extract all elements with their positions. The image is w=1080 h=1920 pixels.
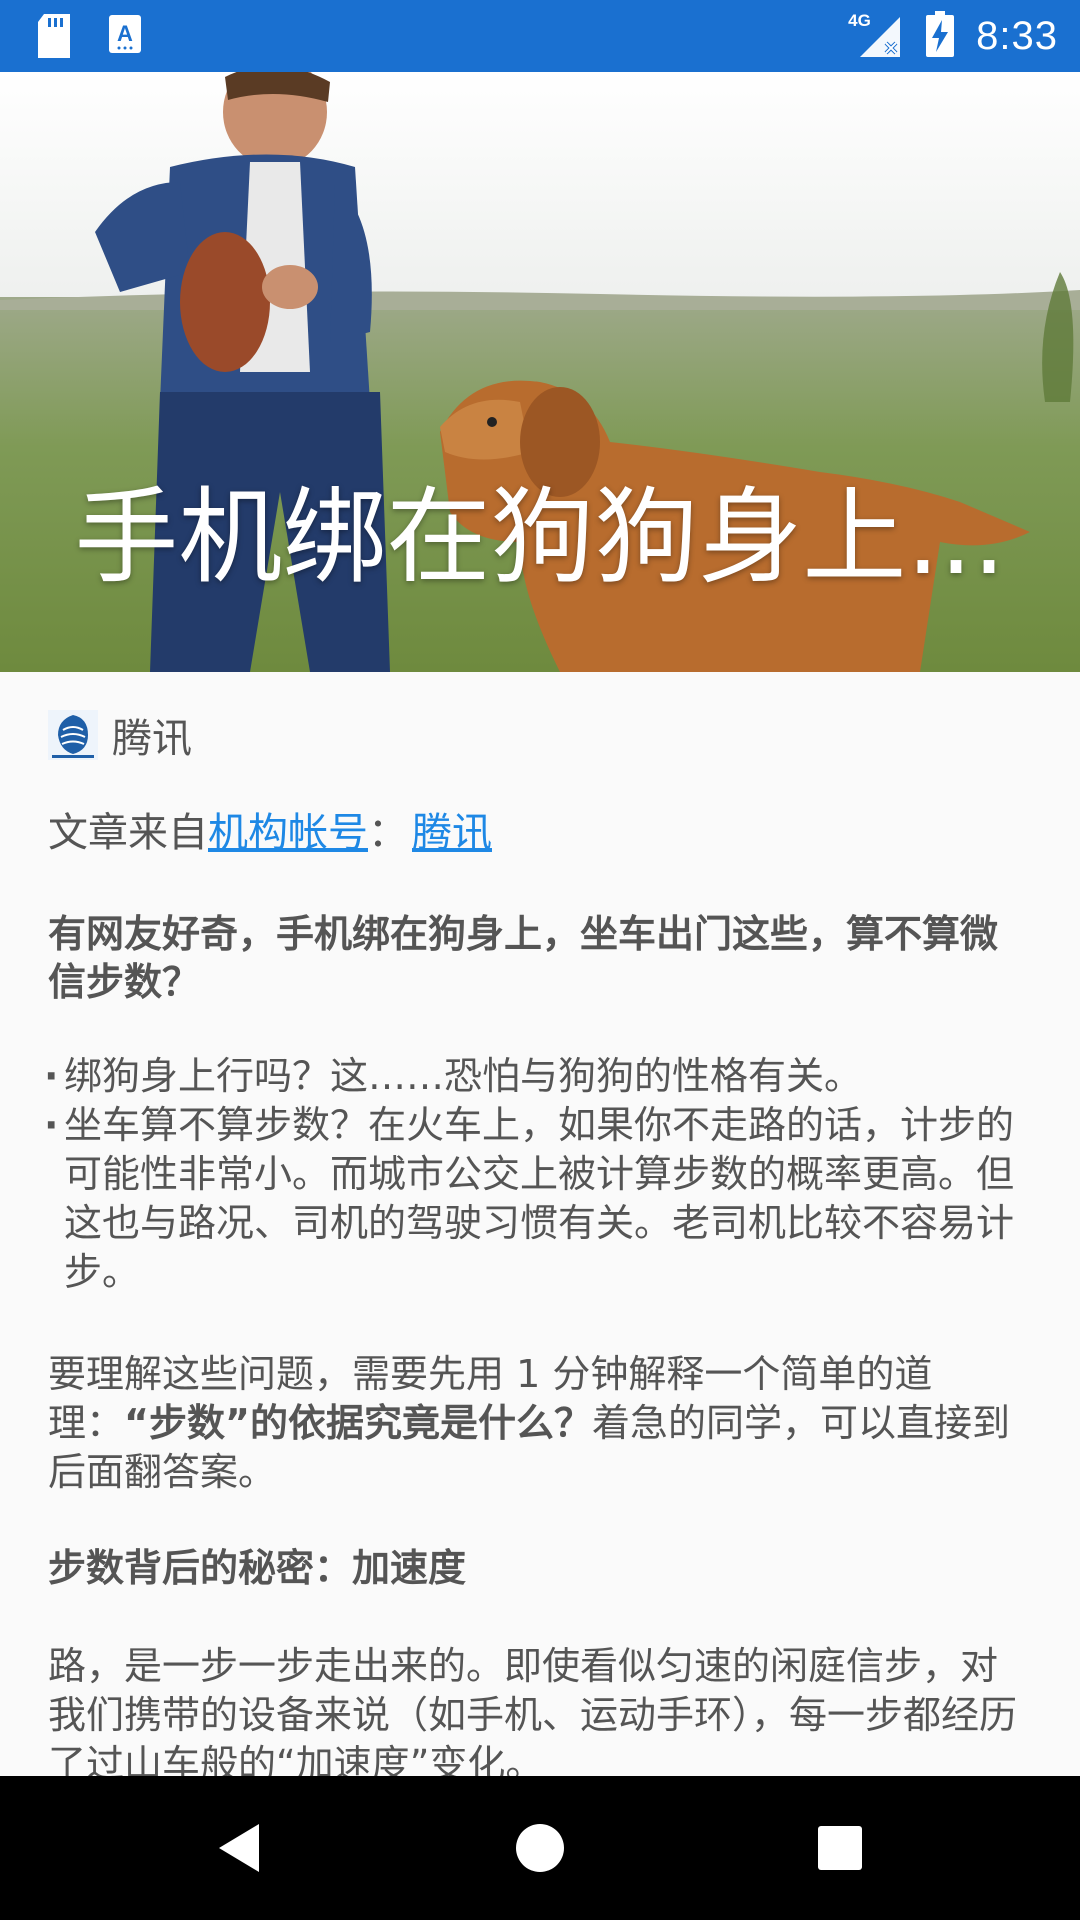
origin-account-link[interactable]: 腾讯: [412, 810, 492, 856]
battery-charging-icon: [926, 11, 955, 61]
intro-paragraph: 要理解这些问题，需要先用 1 分钟解释一个简单的道理：“步数”的依据究竟是什么？…: [48, 1350, 1032, 1497]
svg-text:A: A: [117, 21, 133, 46]
intro-emphasis: “步数”的依据究竟是什么？: [124, 1401, 592, 1445]
back-button[interactable]: [160, 1776, 320, 1920]
body-paragraph: 路，是一步一步走出来的。即使看似匀速的闲庭信步，对我们携带的设备来说（如手机、运…: [48, 1644, 1018, 1786]
bullet-list: 绑狗身上行吗？这……恐怕与狗狗的性格有关。 坐车算不算步数？在火车上，如果你不走…: [44, 1052, 1032, 1297]
list-item: 绑狗身上行吗？这……恐怕与狗狗的性格有关。: [44, 1052, 1032, 1101]
source-row[interactable]: 腾讯: [48, 706, 192, 764]
keyboard-a-icon: A: [108, 14, 142, 62]
origin-account-type-link[interactable]: 机构帐号: [208, 810, 368, 856]
navigation-bar: [0, 1776, 1080, 1920]
article-title: 手机绑在狗狗身上...: [74, 476, 1006, 598]
source-name: 腾讯: [112, 716, 192, 762]
home-button[interactable]: [460, 1776, 620, 1920]
clock: 8:33: [976, 13, 1058, 58]
sd-card-icon: [36, 14, 72, 62]
recents-icon: [818, 1826, 862, 1870]
home-icon: [516, 1824, 564, 1872]
back-icon: [219, 1824, 259, 1872]
signal-4g-icon: 4G: [848, 11, 904, 59]
tencent-logo-icon: [48, 710, 98, 760]
list-item: 坐车算不算步数？在火车上，如果你不走路的话，计步的可能性非常小。而城市公交上被计…: [44, 1101, 1032, 1297]
article-origin: 文章来自机构帐号： 腾讯: [48, 806, 492, 860]
section-heading: 步数背后的秘密：加速度: [48, 1546, 467, 1590]
status-bar: A 4G 8:33: [0, 0, 1080, 72]
origin-separator: ：: [368, 810, 408, 856]
hero-image: 手机绑在狗狗身上...: [0, 72, 1080, 672]
recents-button[interactable]: [760, 1776, 920, 1920]
origin-prefix: 文章来自: [48, 810, 208, 856]
question-paragraph: 有网友好奇，手机绑在狗身上，坐车出门这些，算不算微信步数？: [48, 912, 999, 1004]
